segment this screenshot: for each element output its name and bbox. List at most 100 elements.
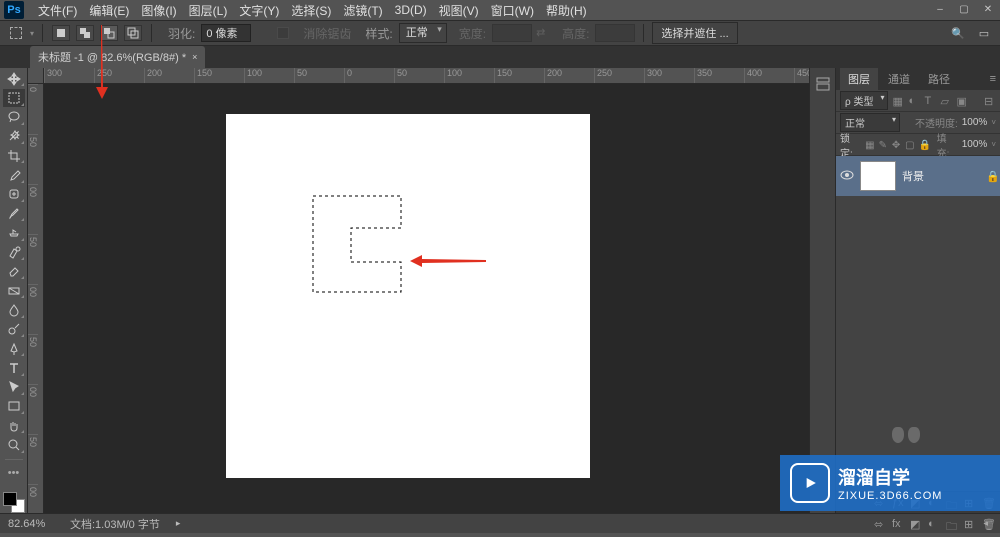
document-tab[interactable]: 未标题 -1 @ 82.6%(RGB/8#) * × — [30, 46, 205, 68]
filter-smart-icon[interactable]: ▣ — [956, 95, 968, 107]
menu-3d[interactable]: 3D(D) — [389, 3, 433, 17]
layer-locked-icon: 🔒 — [986, 170, 996, 183]
history-panel-icon[interactable] — [815, 76, 831, 92]
style-label: 样式: — [365, 25, 392, 42]
dodge-tool[interactable] — [3, 321, 25, 338]
marquee-tool[interactable] — [3, 89, 25, 106]
blur-tool[interactable] — [3, 301, 25, 318]
path-selection-tool[interactable] — [3, 379, 25, 396]
menu-help[interactable]: 帮助(H) — [540, 2, 593, 19]
refine-edge-button[interactable]: 选择并遮住 ... — [652, 22, 737, 44]
brush-tool[interactable] — [3, 205, 25, 222]
canvas-area[interactable]: 3002502001501005005010015020025030035040… — [28, 68, 809, 513]
selection-new-icon[interactable] — [52, 25, 70, 41]
menu-type[interactable]: 文字(Y) — [233, 2, 285, 19]
selection-intersect-icon[interactable] — [124, 25, 142, 41]
status-mask-icon[interactable]: ◩ — [910, 518, 922, 530]
lock-pixels-icon[interactable]: ✎ — [879, 140, 888, 150]
menu-select[interactable]: 选择(S) — [285, 2, 337, 19]
document-canvas[interactable] — [226, 114, 590, 478]
document-info[interactable]: 文档:1.03M/0 字节 — [70, 516, 160, 532]
panel-menu-icon[interactable]: ≡ — [986, 70, 1000, 88]
color-swatches[interactable] — [3, 492, 25, 513]
blend-mode-dropdown[interactable]: 正常 — [840, 113, 900, 132]
height-label: 高度: — [562, 25, 589, 42]
watermark: 溜溜自学 ZIXUE.3D66.COM — [780, 455, 1000, 511]
tool-preset-icon[interactable] — [6, 24, 26, 42]
width-input — [492, 24, 532, 42]
filter-type-icon[interactable]: T — [924, 95, 936, 107]
visibility-icon[interactable] — [840, 168, 854, 185]
minimize-button[interactable]: – — [932, 2, 948, 16]
height-input — [595, 24, 635, 42]
gradient-tool[interactable] — [3, 282, 25, 299]
tab-close-icon[interactable]: × — [192, 52, 197, 62]
layer-name[interactable]: 背景 — [902, 168, 980, 184]
rectangle-tool[interactable] — [3, 398, 25, 415]
menu-file[interactable]: 文件(F) — [32, 2, 83, 19]
ruler-origin[interactable] — [28, 68, 44, 84]
filter-pixel-icon[interactable]: ▦ — [892, 95, 904, 107]
move-tool[interactable] — [3, 70, 25, 87]
eraser-tool[interactable] — [3, 263, 25, 280]
menu-image[interactable]: 图像(I) — [135, 2, 182, 19]
selection-add-icon[interactable] — [76, 25, 94, 41]
tab-paths[interactable]: 路径 — [920, 68, 958, 90]
status-adjust-icon[interactable]: ◐ — [928, 518, 940, 530]
magic-wand-tool[interactable] — [3, 128, 25, 145]
lock-all-icon[interactable]: 🔒 — [919, 140, 929, 150]
crop-tool[interactable] — [3, 147, 25, 164]
clone-stamp-tool[interactable] — [3, 224, 25, 241]
search-icon[interactable]: 🔍 — [948, 24, 968, 42]
layer-kind-filter[interactable]: ρ 类型 — [840, 91, 888, 110]
filter-adjustment-icon[interactable]: ◐ — [908, 95, 920, 107]
layer-thumbnail[interactable] — [860, 161, 896, 191]
layers-panel: 图层 通道 路径 ≡ ρ 类型 ▦ ◐ T ▱ ▣ ⊟ 正常 不透明度: 100… — [835, 68, 1000, 513]
type-tool[interactable] — [3, 359, 25, 376]
maximize-button[interactable]: ▢ — [956, 2, 972, 16]
edit-toolbar-icon[interactable]: ••• — [3, 465, 25, 482]
zoom-tool[interactable] — [3, 436, 25, 453]
status-fx-icon[interactable]: fx — [892, 518, 904, 530]
status-icon-1[interactable]: ⬄ — [874, 518, 886, 530]
tab-channels[interactable]: 通道 — [880, 68, 918, 90]
pen-tool[interactable] — [3, 340, 25, 357]
lock-position-icon[interactable]: ✥ — [892, 140, 901, 150]
workspace-icon[interactable]: ▭ — [974, 24, 994, 42]
tab-layers[interactable]: 图层 — [840, 68, 878, 90]
doc-info-flyout-icon[interactable]: ▸ — [172, 518, 185, 529]
opacity-label: 不透明度: — [915, 115, 958, 130]
close-button[interactable]: ✕ — [980, 2, 996, 16]
feather-input[interactable] — [201, 24, 251, 42]
filter-toggle-icon[interactable]: ⊟ — [984, 95, 996, 107]
layer-row-background[interactable]: 背景 🔒 — [836, 156, 1000, 196]
history-brush-tool[interactable] — [3, 244, 25, 261]
lock-artboard-icon[interactable]: ▢ — [905, 140, 914, 150]
eyedropper-tool[interactable] — [3, 166, 25, 183]
status-trash-icon[interactable]: 🗑 — [982, 518, 994, 530]
filter-shape-icon[interactable]: ▱ — [940, 95, 952, 107]
healing-brush-tool[interactable] — [3, 186, 25, 203]
style-dropdown[interactable]: 正常 — [399, 23, 447, 43]
menu-filter[interactable]: 滤镜(T) — [337, 2, 388, 19]
menu-edit[interactable]: 编辑(E) — [83, 2, 135, 19]
marquee-selection — [311, 194, 403, 294]
menu-layer[interactable]: 图层(L) — [183, 2, 234, 19]
width-label: 宽度: — [459, 25, 486, 42]
foreground-color-swatch[interactable] — [3, 492, 17, 506]
lasso-tool[interactable] — [3, 109, 25, 126]
menu-view[interactable]: 视图(V) — [433, 2, 485, 19]
document-tab-title: 未标题 -1 @ 82.6%(RGB/8#) * — [38, 49, 186, 65]
vertical-ruler[interactable]: 05000500050005000 — [28, 68, 44, 513]
horizontal-ruler[interactable]: 3002502001501005005010015020025030035040… — [44, 68, 809, 84]
lock-transparency-icon[interactable]: ▦ — [865, 140, 874, 150]
menu-window[interactable]: 窗口(W) — [485, 2, 540, 19]
status-new-icon[interactable]: ⊞ — [964, 518, 976, 530]
feather-label: 羽化: — [168, 25, 195, 42]
status-folder-icon[interactable]: 🗀 — [946, 518, 958, 530]
opacity-value[interactable]: 100% — [962, 117, 988, 128]
antialias-checkbox — [277, 27, 289, 39]
fill-value[interactable]: 100% — [962, 139, 988, 150]
zoom-level[interactable]: 82.64% — [8, 518, 58, 530]
hand-tool[interactable] — [3, 417, 25, 434]
